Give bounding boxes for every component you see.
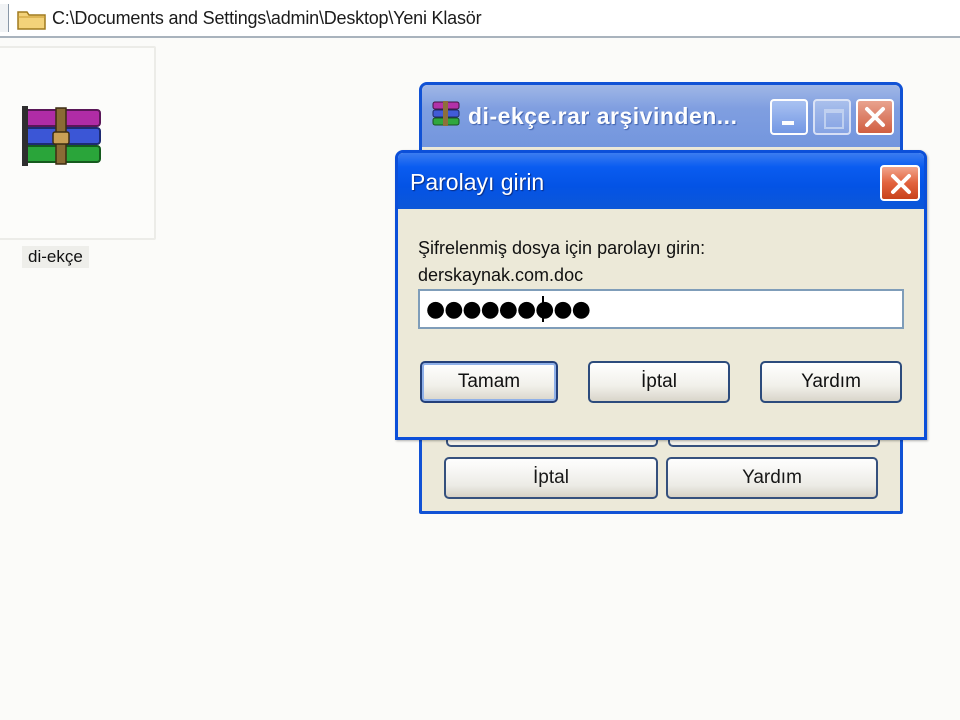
close-icon: [865, 107, 885, 127]
folder-icon: [17, 11, 46, 30]
file-label[interactable]: di-ekçe: [22, 246, 89, 268]
address-bar-edge: [0, 4, 9, 32]
cancel-button[interactable]: İptal: [588, 361, 730, 403]
minimize-button[interactable]: [770, 99, 808, 135]
encrypted-file-name: derskaynak.com.doc: [418, 265, 584, 285]
password-dialog-titlebar[interactable]: Parolayı girin: [398, 153, 924, 209]
winrar-icon: [432, 101, 460, 126]
address-path[interactable]: C:\Documents and Settings\admin\Desktop\…: [52, 8, 482, 29]
extraction-window-titlebar[interactable]: di-ekçe.rar arşivinden...: [422, 85, 900, 147]
password-dialog-title: Parolayı girin: [410, 169, 545, 195]
help-button[interactable]: Yardım: [760, 361, 902, 403]
address-bar[interactable]: C:\Documents and Settings\admin\Desktop\…: [0, 0, 960, 38]
extraction-cancel-button[interactable]: İptal: [444, 457, 658, 499]
password-prompt: Şifrelenmiş dosya için parolayı girin: d…: [418, 235, 705, 289]
extraction-window-title: di-ekçe.rar arşivinden...: [468, 103, 738, 129]
close-icon: [891, 174, 911, 194]
password-input[interactable]: [418, 289, 904, 329]
password-dialog: Parolayı girin Şifrelenmiş dosya için pa…: [395, 150, 927, 440]
winrar-archive-icon[interactable]: [20, 104, 106, 174]
text-caret: [542, 296, 544, 322]
prompt-line: Şifrelenmiş dosya için parolayı girin:: [418, 238, 706, 258]
maximize-button[interactable]: [813, 99, 851, 135]
extraction-window-buttons: İptal Yardım: [422, 457, 900, 507]
extraction-help-button[interactable]: Yardım: [666, 457, 878, 499]
close-button[interactable]: [856, 99, 894, 135]
dialog-close-button[interactable]: [880, 165, 920, 201]
ok-button[interactable]: Tamam: [420, 361, 558, 403]
